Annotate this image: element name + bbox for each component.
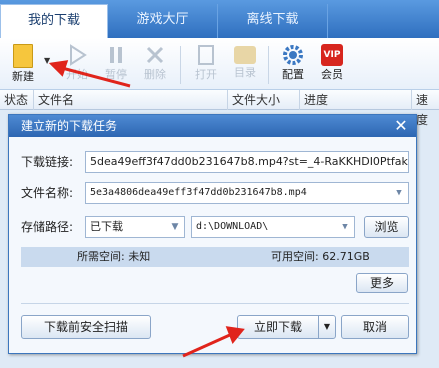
arrow-to-new-button [48,60,131,88]
arrow-to-download-now [182,326,245,358]
annotation-arrows [48,60,245,358]
